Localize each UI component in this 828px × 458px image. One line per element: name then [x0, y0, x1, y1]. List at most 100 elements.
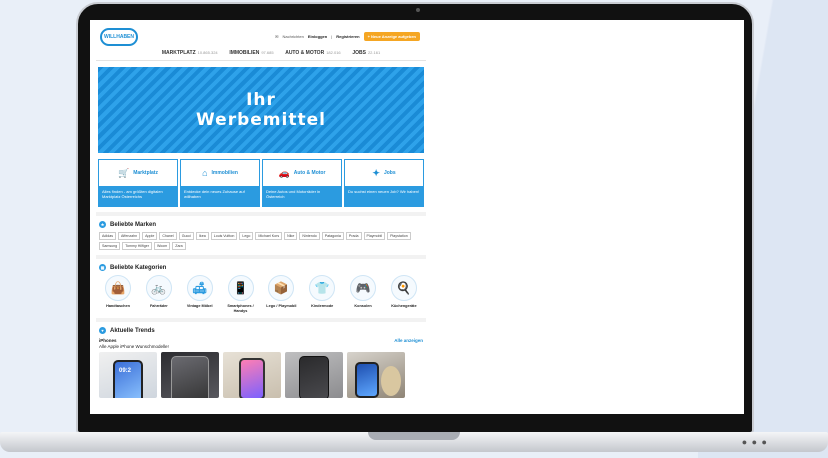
phone-image — [299, 356, 329, 398]
nav-jobs[interactable]: JOBS 22.161 — [352, 50, 380, 56]
category-desc: Alles finden - am größten digitalen Mark… — [99, 186, 177, 206]
brand-chip[interactable]: Playmobil — [363, 232, 386, 240]
brand-chip[interactable]: Nintendo — [299, 232, 320, 240]
trends-heading: ♥ Aktuelle Trends — [99, 327, 423, 334]
section-title: Aktuelle Trends — [110, 327, 155, 334]
phone-box-image — [381, 366, 401, 396]
phone-image — [239, 358, 265, 398]
category-label: Kindermode — [311, 304, 334, 308]
brand-chip[interactable]: Patagonia — [321, 232, 344, 240]
messages-link[interactable]: Nachrichten — [283, 34, 304, 39]
popular-category-smartphones[interactable]: 📱 Smartphones / Handys — [222, 275, 260, 313]
brand-chip[interactable]: Woom — [153, 242, 171, 250]
category-card-jobs[interactable]: ✦ Jobs Du suchst einen neuen Job? Wir hab… — [344, 159, 424, 207]
website-page: WILLHABEN ✉ Nachrichten Einloggen | Regi… — [96, 20, 426, 398]
trend-photo[interactable] — [161, 352, 219, 398]
vertical-categories: 🛒 Marktplatz Alles finden - am größten di… — [98, 159, 424, 207]
new-ad-button[interactable]: + Neue Anzeige aufgeben — [363, 32, 420, 41]
laptop-screen: WILLHABEN ✉ Nachrichten Einloggen | Regi… — [90, 20, 744, 414]
nav-label: AUTO & MOTOR — [285, 50, 325, 56]
banner-line-1: Ihr — [246, 90, 276, 110]
link-divider: | — [331, 34, 333, 39]
brand-chip[interactable]: Louis Vuitton — [210, 232, 238, 240]
brand-chip[interactable]: Gucci — [178, 232, 194, 240]
nav-marktplatz[interactable]: MARKTPLATZ 10.865.324 — [162, 50, 218, 56]
category-title: Jobs — [383, 170, 396, 176]
login-link[interactable]: Einloggen — [308, 34, 327, 39]
brand-chip[interactable]: Adidas — [99, 232, 116, 240]
category-desc: Entdecke dein neues Zuhause auf willhabe… — [181, 186, 259, 206]
section-separator — [96, 318, 426, 322]
category-card-immobilien[interactable]: ⌂ Immobilien Entdecke dein neues Zuhause … — [180, 159, 260, 207]
banner-line-2: Werbemittel — [196, 110, 326, 130]
brand-chip[interactable]: Prada — [345, 232, 362, 240]
brand-chip[interactable]: Ikea — [195, 232, 209, 240]
category-title: Immobilien — [211, 170, 238, 176]
category-label: Lego / Playmobil — [266, 304, 297, 308]
bicycle-icon: 🚲 — [145, 275, 172, 301]
willhaben-logo[interactable]: WILLHABEN — [100, 28, 138, 46]
show-all-link[interactable]: Alle anzeigen — [394, 338, 423, 343]
brand-chip[interactable]: Nike — [284, 232, 298, 240]
top-bar: WILLHABEN ✉ Nachrichten Einloggen | Regi… — [96, 20, 426, 46]
category-title: Marktplatz — [133, 170, 158, 176]
phone-image — [171, 356, 209, 398]
house-icon: ⌂ — [202, 168, 208, 178]
popular-category-kuechengeraete[interactable]: 🍳 Küchengeräte — [385, 275, 423, 313]
category-desc: Deine Autos und Motorräder in Österreich — [263, 186, 341, 206]
trend-photo[interactable] — [347, 352, 405, 398]
appliance-icon: 🍳 — [390, 275, 417, 301]
brand-chip[interactable]: Lego — [239, 232, 254, 240]
star-icon: ★ — [99, 221, 106, 228]
section-title: Beliebte Marken — [110, 221, 157, 228]
section-separator — [96, 212, 426, 216]
nav-label: MARKTPLATZ — [161, 50, 196, 56]
indicator-lights: ● ● ● — [741, 437, 768, 447]
popular-category-kindermode[interactable]: 👕 Kindermode — [303, 275, 341, 313]
webcam — [416, 8, 420, 12]
brand-chip[interactable]: Michael Kors — [255, 232, 283, 240]
phone-image — [113, 360, 143, 398]
section-title: Beliebte Kategorien — [110, 264, 167, 271]
trend-photo[interactable]: 09:2 — [99, 352, 157, 398]
category-label: Vintage Möbel — [186, 304, 213, 308]
phone-screen-time: 09:2 — [119, 368, 132, 374]
brand-chip[interactable]: Chanel — [159, 232, 177, 240]
nav-auto-motor[interactable]: AUTO & MOTOR 182.016 — [285, 50, 340, 56]
trend-row-header: iPhones Alle anzeigen — [99, 338, 423, 343]
category-title: Auto & Motor — [293, 170, 326, 176]
handbag-icon: 👜 — [105, 275, 131, 301]
trend-photo[interactable] — [223, 352, 281, 398]
ad-banner[interactable]: Ihr Werbemittel — [98, 67, 424, 153]
brand-chip[interactable]: Affenzahn — [118, 232, 141, 240]
trend-subtitle: Alle Apple iPhone Wunschmodelle! — [99, 344, 169, 349]
brand-chip[interactable]: Zara — [172, 242, 186, 250]
brand-chip[interactable]: Apple — [142, 232, 158, 240]
popular-category-konsolen[interactable]: 🎮 Konsolen — [344, 275, 382, 313]
popular-category-lego[interactable]: 📦 Lego / Playmobil — [262, 275, 300, 313]
brand-chip[interactable]: Playstation — [387, 232, 411, 240]
category-label: Smartphones / Handys — [227, 304, 254, 313]
nav-immobilien[interactable]: IMMOBILIEN 97.685 — [229, 50, 273, 56]
register-link[interactable]: Registrieren — [336, 34, 359, 39]
brands-heading: ★ Beliebte Marken — [99, 221, 423, 228]
category-label: Konsolen — [354, 304, 372, 308]
brand-chip[interactable]: Tommy Hilfiger — [122, 242, 152, 250]
category-card-marktplatz[interactable]: 🛒 Marktplatz Alles finden - am größten di… — [98, 159, 178, 207]
category-label: Fahrräder — [149, 304, 168, 308]
popular-category-handtaschen[interactable]: 👜 Handtaschen — [99, 275, 137, 313]
popular-category-fahrraeder[interactable]: 🚲 Fahrräder — [140, 275, 178, 313]
trend-photo-strip: 09:2 — [99, 352, 423, 398]
top-links: ✉ Nachrichten Einloggen | Registrieren +… — [275, 32, 420, 41]
trend-photo[interactable] — [285, 352, 343, 398]
shop-icon: 🛒 — [118, 167, 130, 178]
brand-chip[interactable]: Samsung — [99, 242, 121, 250]
category-label: Handtaschen — [106, 304, 130, 308]
nav-label: JOBS — [352, 50, 366, 56]
popular-category-vintage-moebel[interactable]: 🛋 Vintage Möbel — [181, 275, 219, 313]
main-nav: MARKTPLATZ 10.865.324 IMMOBILIEN 97.685 AU… — [96, 46, 426, 61]
brand-list: Adidas Affenzahn Apple Chanel Gucci Ikea Louis… — [99, 232, 423, 250]
nav-count: 97.685 — [261, 50, 274, 55]
grid-icon: ▦ — [99, 264, 106, 271]
category-card-auto-motor[interactable]: 🚗 Auto & Motor Deine Autos und Motorräder… — [262, 159, 342, 207]
